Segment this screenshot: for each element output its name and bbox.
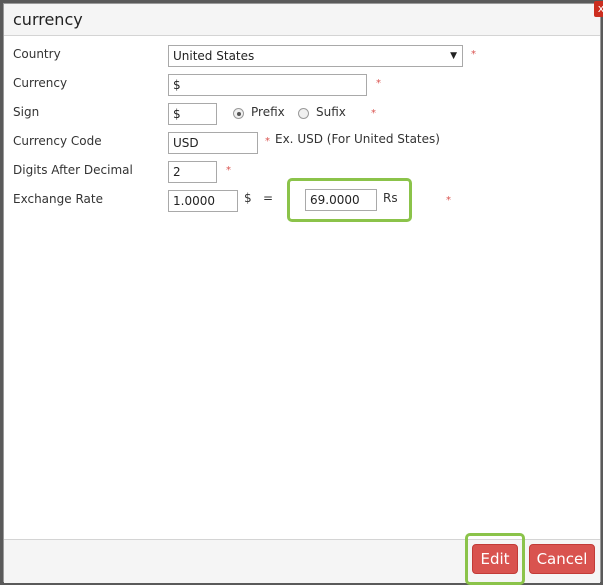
- sign-label: Sign: [13, 105, 40, 119]
- sign-input[interactable]: $: [168, 103, 217, 125]
- edit-button[interactable]: Edit: [472, 544, 518, 574]
- currency-input[interactable]: $: [168, 74, 367, 96]
- currency-code-hint: Ex. USD (For United States): [275, 132, 440, 146]
- suffix-radio[interactable]: [298, 108, 309, 119]
- cancel-button[interactable]: Cancel: [529, 544, 595, 574]
- exchange-base-input[interactable]: 1.0000: [168, 190, 238, 212]
- required-marker: *: [371, 108, 376, 119]
- digits-input[interactable]: 2: [168, 161, 217, 183]
- currency-code-input[interactable]: USD: [168, 132, 258, 154]
- exchange-target-input[interactable]: 69.0000: [305, 189, 377, 211]
- required-marker: *: [471, 49, 476, 60]
- required-marker: *: [446, 195, 451, 206]
- dialog-titlebar: currency x: [4, 1, 603, 36]
- chevron-down-icon: ▼: [450, 51, 457, 61]
- currency-code-label: Currency Code: [13, 134, 102, 148]
- exchange-rate-label: Exchange Rate: [13, 192, 103, 206]
- digits-label: Digits After Decimal: [13, 163, 133, 177]
- prefix-label: Prefix: [251, 105, 285, 119]
- country-select-value: United States: [173, 49, 255, 63]
- required-marker: *: [265, 136, 270, 147]
- currency-label: Currency: [13, 76, 68, 90]
- country-label: Country: [13, 47, 61, 61]
- prefix-radio[interactable]: [233, 108, 244, 119]
- close-icon[interactable]: x: [594, 1, 603, 17]
- exchange-target-symbol: Rs: [383, 191, 398, 205]
- exchange-base-symbol: $: [244, 191, 252, 205]
- exchange-equals: =: [263, 191, 274, 205]
- currency-dialog: currency x Country United States ▼ * Cur…: [3, 1, 603, 585]
- dialog-title: currency: [13, 10, 83, 29]
- suffix-label: Sufix: [316, 105, 346, 119]
- country-select[interactable]: United States ▼: [168, 45, 463, 67]
- required-marker: *: [376, 78, 381, 89]
- required-marker: *: [226, 165, 231, 176]
